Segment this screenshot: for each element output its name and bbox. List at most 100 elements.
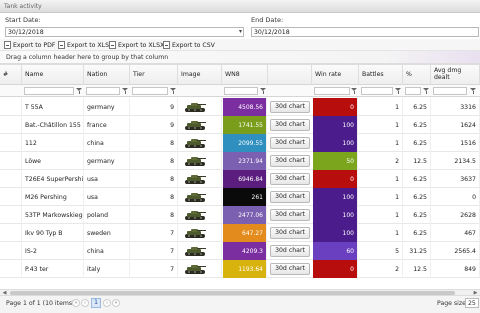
last-page-icon[interactable]: » — [112, 299, 120, 307]
filter-avg-dmg-input[interactable] — [433, 87, 467, 95]
cell-battles: 5 — [359, 242, 403, 260]
end-date-field[interactable]: 30/12/2018 — [251, 27, 479, 37]
filter-icon[interactable] — [395, 87, 402, 94]
table-row[interactable]: Löwe germany 8 2 12.5 2134.5 2371.94 30d chart 5… — [0, 152, 480, 170]
page-size-select[interactable]: 25 — [465, 298, 479, 308]
cell-image — [178, 206, 222, 224]
export-xls-button[interactable]: Export to XLS — [58, 40, 109, 50]
filter-nation-input[interactable] — [86, 87, 120, 95]
cell-avgdmg: 2628 — [431, 206, 480, 224]
next-page-icon[interactable]: › — [103, 299, 111, 307]
start-date-field[interactable]: 30/12/2018 ▾ — [5, 27, 244, 37]
column-header-hash[interactable]: # — [0, 65, 22, 85]
export-pdf-button[interactable]: Export to PDF — [4, 40, 55, 50]
cell-winrate: 50 — [313, 152, 358, 170]
cell-nation: poland — [84, 206, 130, 224]
tank-icon — [185, 247, 206, 256]
export-csv-label: Export to CSV — [172, 41, 215, 49]
filter-icon[interactable] — [170, 87, 177, 94]
cell-avgdmg: 1516 — [431, 134, 480, 152]
filter-icon[interactable] — [470, 87, 477, 94]
cell-pct: 6.25 — [403, 188, 431, 206]
chart-30d-button[interactable]: 30d chart — [270, 119, 310, 131]
chart-30d-button[interactable]: 30d chart — [270, 101, 310, 113]
filter-icon[interactable] — [122, 87, 129, 94]
filter-pct-input[interactable] — [405, 87, 421, 95]
table-row[interactable]: Bat.-Châtillon 155 55france9 16.251624 174… — [0, 116, 480, 134]
first-page-icon[interactable]: « — [72, 299, 80, 307]
start-date-label: Start Date: — [5, 16, 41, 24]
export-csv-button[interactable]: Export to CSV — [163, 40, 215, 50]
filter-winrate-input[interactable] — [314, 87, 350, 95]
table-row[interactable]: 112 china 8 1 6.25 1516 2099.55 30d chart 100 — [0, 134, 480, 152]
table-row[interactable]: IS-2 china 7 5 31.25 2565.4 4209.3 30d chart 60 — [0, 242, 480, 260]
filter-icon[interactable] — [76, 87, 83, 94]
column-header-nation[interactable]: Nation — [84, 65, 130, 85]
cell-name: Bat.-Châtillon 155 55 — [22, 116, 84, 134]
export-xls-label: Export to XLS — [67, 41, 110, 49]
cell-pct: 6.25 — [403, 134, 431, 152]
filter-battles-input[interactable] — [361, 87, 393, 95]
xlsx-file-icon — [109, 41, 116, 49]
cell-tier: 8 — [130, 206, 178, 224]
table-row[interactable]: M26 Pershing usa 8 1 6.25 0 261 30d chart 100 — [0, 188, 480, 206]
column-header-winrate[interactable]: Win rate — [312, 65, 359, 85]
column-header-avg-dmg[interactable]: Avg dmg dealt — [431, 65, 480, 85]
column-header-battles[interactable]: Battles — [359, 65, 403, 85]
chart-30d-button[interactable]: 30d chart — [270, 173, 310, 185]
cell-pct: 6.25 — [403, 170, 431, 188]
column-header-tier[interactable]: Tier — [130, 65, 178, 85]
cell-name: 112 — [22, 134, 84, 152]
cell-avgdmg: 2565.4 — [431, 242, 480, 260]
cell-avgdmg: 3316 — [431, 98, 480, 116]
cell-winrate: 0 — [313, 98, 358, 116]
cell-wn8: 6946.84 — [223, 170, 267, 188]
column-header-image[interactable]: Image — [178, 65, 222, 85]
table-row[interactable]: Ikv 90 Typ Bsweden 7 1 6.25 467 647.27 30d cha… — [0, 224, 480, 242]
cell-wn8: 4209.3 — [223, 242, 267, 260]
table-row[interactable]: T 55A germany 9 1 6.25 3316 4508.56 30d chart 0 — [0, 98, 480, 116]
csv-file-icon — [163, 41, 170, 49]
cell-image — [178, 242, 222, 260]
chart-30d-button[interactable]: 30d chart — [270, 263, 310, 275]
cell-tier: 8 — [130, 134, 178, 152]
filter-icon[interactable] — [260, 87, 267, 94]
chevron-down-icon[interactable]: ▾ — [239, 28, 242, 35]
column-header-wn8[interactable]: WN8 — [222, 65, 268, 85]
tank-icon — [185, 103, 206, 112]
table-row[interactable]: 53TP Markowskiego poland 8 1 6.25 2628 2477.06… — [0, 206, 480, 224]
export-xlsx-button[interactable]: Export to XLSX — [109, 40, 164, 50]
cell-name: 53TP Markowskiego — [22, 206, 84, 224]
chart-30d-button[interactable]: 30d chart — [270, 191, 310, 203]
cell-wn8: 261 — [223, 188, 267, 206]
export-pdf-label: Export to PDF — [13, 41, 56, 49]
cell-wn8: 1741.55 — [223, 116, 267, 134]
chart-30d-button[interactable]: 30d chart — [270, 227, 310, 239]
prev-page-icon[interactable]: ‹ — [81, 299, 89, 307]
current-page-button[interactable]: 1 — [91, 298, 101, 308]
cell-image — [178, 152, 222, 170]
chart-30d-button[interactable]: 30d chart — [270, 209, 310, 221]
filter-tier-input[interactable] — [132, 87, 168, 95]
cell-tier: 9 — [130, 116, 178, 134]
column-header-pct[interactable]: % — [403, 65, 431, 85]
filter-icon[interactable] — [351, 87, 358, 94]
column-header-name[interactable]: Name — [22, 65, 84, 85]
table-row[interactable]: P.43 ter italy 7 2 12.5 849 1193.64 30d chart 0 — [0, 260, 480, 278]
cell-tier: 8 — [130, 188, 178, 206]
table-row[interactable]: T26E4 SuperPershingusa8 16.253637 6946.843… — [0, 170, 480, 188]
filter-icon[interactable] — [423, 87, 430, 94]
cell-wn8: 2099.55 — [223, 134, 267, 152]
filter-name-input[interactable] — [24, 87, 74, 95]
chart-30d-button[interactable]: 30d chart — [270, 155, 310, 167]
window-title: Tank activity — [0, 0, 480, 13]
column-header-chart[interactable] — [268, 65, 312, 85]
cell-name: IS-2 — [22, 242, 84, 260]
chart-30d-button[interactable]: 30d chart — [270, 137, 310, 149]
chart-30d-button[interactable]: 30d chart — [270, 245, 310, 257]
cell-tier: 8 — [130, 152, 178, 170]
row-hash-cell — [0, 188, 22, 206]
cell-winrate: 100 — [313, 188, 358, 206]
filter-wn8-input[interactable] — [224, 87, 258, 95]
group-by-panel[interactable]: Drag a column header here to group by th… — [0, 51, 480, 64]
